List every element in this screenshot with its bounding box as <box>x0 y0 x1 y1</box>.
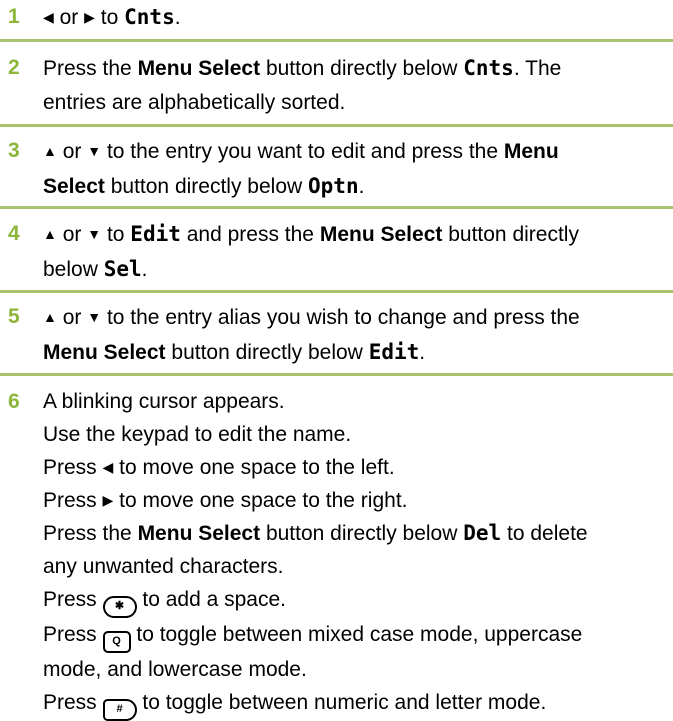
step-number: 3 <box>8 139 20 162</box>
step-text: A blinking cursor appears. Use the keypa… <box>43 385 657 721</box>
step-text: ▲ or ▼ to the entry you want to edit and… <box>43 134 657 204</box>
step-number: 5 <box>8 305 20 328</box>
divider <box>0 290 673 293</box>
right-arrow-icon: ▶ <box>102 492 114 508</box>
divider <box>0 124 673 127</box>
up-arrow-icon: ▲ <box>43 309 57 325</box>
right-arrow-icon: ▶ <box>84 9 95 25</box>
down-arrow-icon: ▼ <box>87 143 102 159</box>
step-text: ▲ or ▼ to the entry alias you wish to ch… <box>43 300 657 370</box>
q-key-icon: Q <box>102 631 131 653</box>
down-arrow-icon: ▼ <box>87 309 102 325</box>
left-arrow-icon: ◀ <box>102 459 114 475</box>
step-number: 2 <box>8 56 20 79</box>
up-arrow-icon: ▲ <box>43 143 57 159</box>
step-number: 6 <box>8 390 20 413</box>
step-number: 1 <box>8 5 20 28</box>
star-key-icon: ✱ <box>102 596 137 618</box>
hash-del-key-icon: # <box>102 699 137 721</box>
divider <box>0 39 673 42</box>
up-arrow-icon: ▲ <box>43 226 57 242</box>
divider <box>0 206 673 209</box>
divider <box>0 373 673 376</box>
step-number: 4 <box>8 222 20 245</box>
step-text: ▲ or ▼ to Edit and press the Menu Select… <box>43 217 657 287</box>
step-text: Press the Menu Select button directly be… <box>43 56 562 114</box>
step-text: ◀ or ▶ to Cnts. <box>43 0 657 35</box>
down-arrow-icon: ▼ <box>87 226 102 242</box>
left-arrow-icon: ◀ <box>43 9 54 25</box>
